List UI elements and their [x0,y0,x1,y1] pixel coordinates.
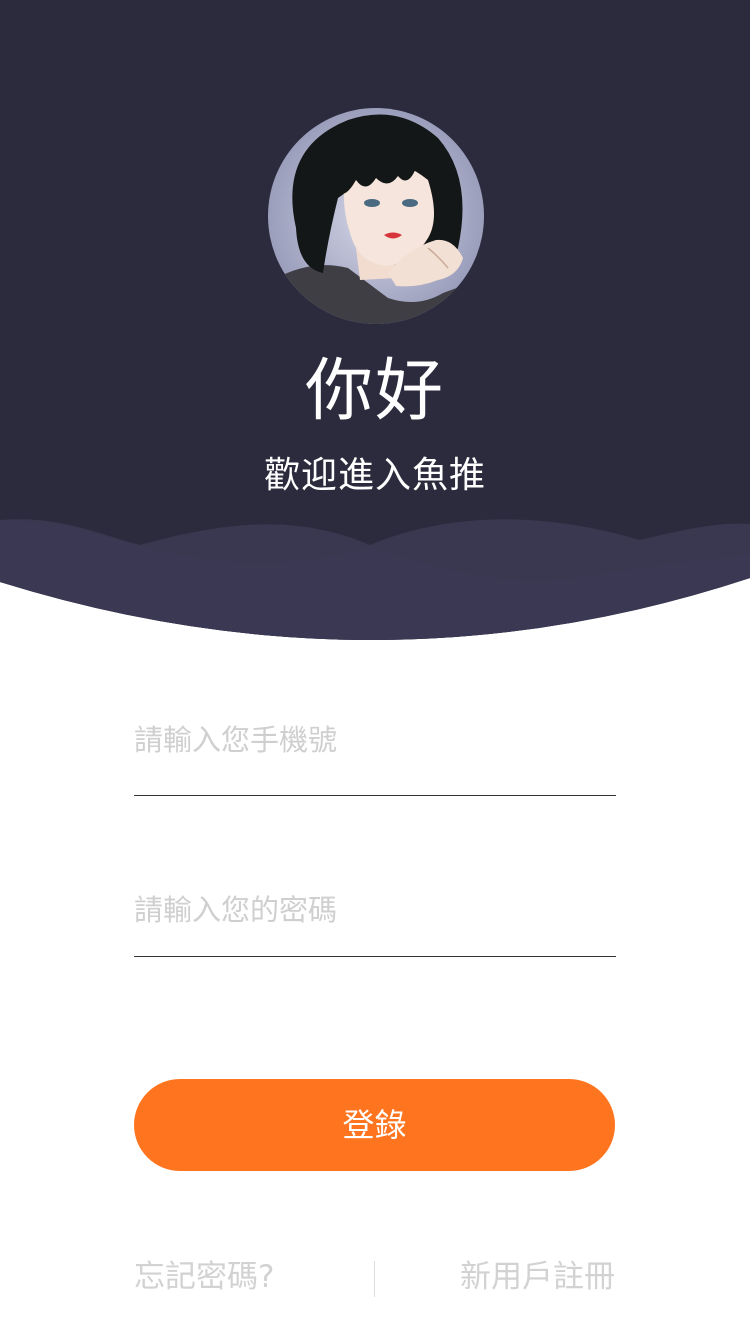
login-button[interactable]: 登錄 [134,1079,615,1171]
phone-field[interactable] [134,710,616,796]
password-input[interactable] [134,880,616,940]
footer-divider [374,1261,375,1297]
password-field[interactable] [134,880,616,957]
avatar-illustration-icon [268,108,484,324]
phone-input[interactable] [134,710,616,770]
forgot-password-link[interactable]: 忘記密碼? [134,1255,274,1299]
welcome-subtitle: 歡迎進入魚推 [263,455,486,496]
avatar [268,108,484,324]
header-banner: 你好 歡迎進入魚推 [0,0,750,640]
register-link[interactable]: 新用戶註冊 [460,1255,615,1299]
greeting-title: 你好 [304,352,445,431]
